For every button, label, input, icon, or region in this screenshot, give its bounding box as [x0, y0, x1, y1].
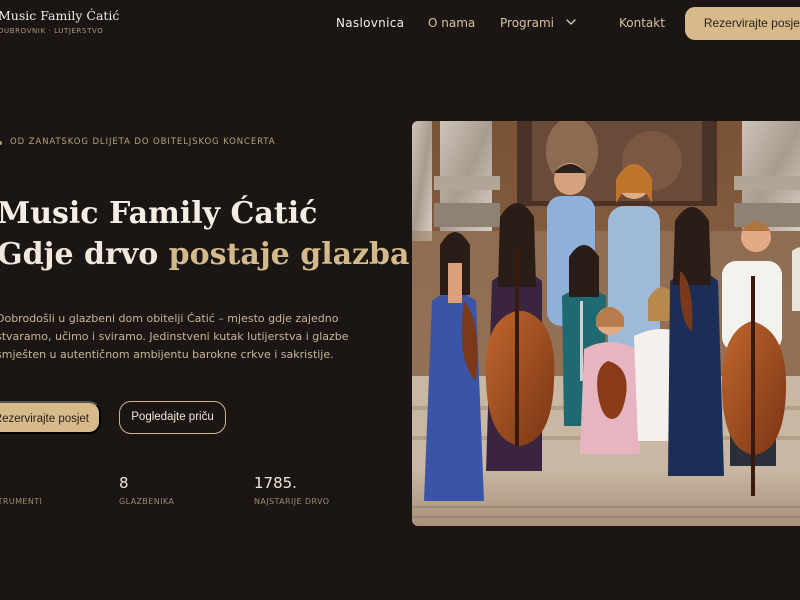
brand-subtitle: DUBROVNIK · LUTJERSTVO [0, 27, 104, 35]
stat-oldest-wood-label: NAJSTARIJE DRVO [254, 497, 330, 506]
hero-title-line2-lead: Gdje drvo [0, 237, 169, 272]
stat-instruments-label: INSTRUMENTI [0, 497, 43, 506]
brand-title[interactable]: Music Family Ćatić [0, 8, 119, 23]
nav-about[interactable]: O nama [428, 16, 475, 30]
hero-title-line2: Gdje drvo postaje glazba [0, 236, 409, 274]
hero-title-line1: Music Family Ćatić [0, 196, 318, 231]
hero-description: Dobrodošli u glazbeni dom obitelji Ćatić… [0, 312, 349, 361]
nav-home[interactable]: Naslovnica [336, 16, 404, 30]
family-ensemble-photo [412, 121, 800, 526]
stat-musicians-value: 8 [119, 474, 129, 492]
stat-musicians-label: GLAZBENIKA [119, 497, 175, 506]
eyebrow-dot [0, 141, 2, 145]
nav-contact[interactable]: Kontakt [619, 16, 665, 30]
nav-programs[interactable]: Programi [500, 16, 554, 30]
chevron-down-icon[interactable] [566, 17, 576, 27]
hero-eyebrow: OD ZANATSKOG DLIJETA DO OBITELJSKOG KONC… [10, 137, 276, 147]
stat-oldest-wood-value: 1785. [254, 474, 297, 492]
watch-story-button[interactable]: Pogledajte priču [119, 401, 226, 434]
reserve-visit-button[interactable]: Rezervirajte posjet [685, 7, 800, 40]
reserve-visit-hero-button[interactable]: Rezervirajte posjet [0, 401, 101, 434]
hero-title-line2-accent: postaje glazba [168, 237, 410, 272]
